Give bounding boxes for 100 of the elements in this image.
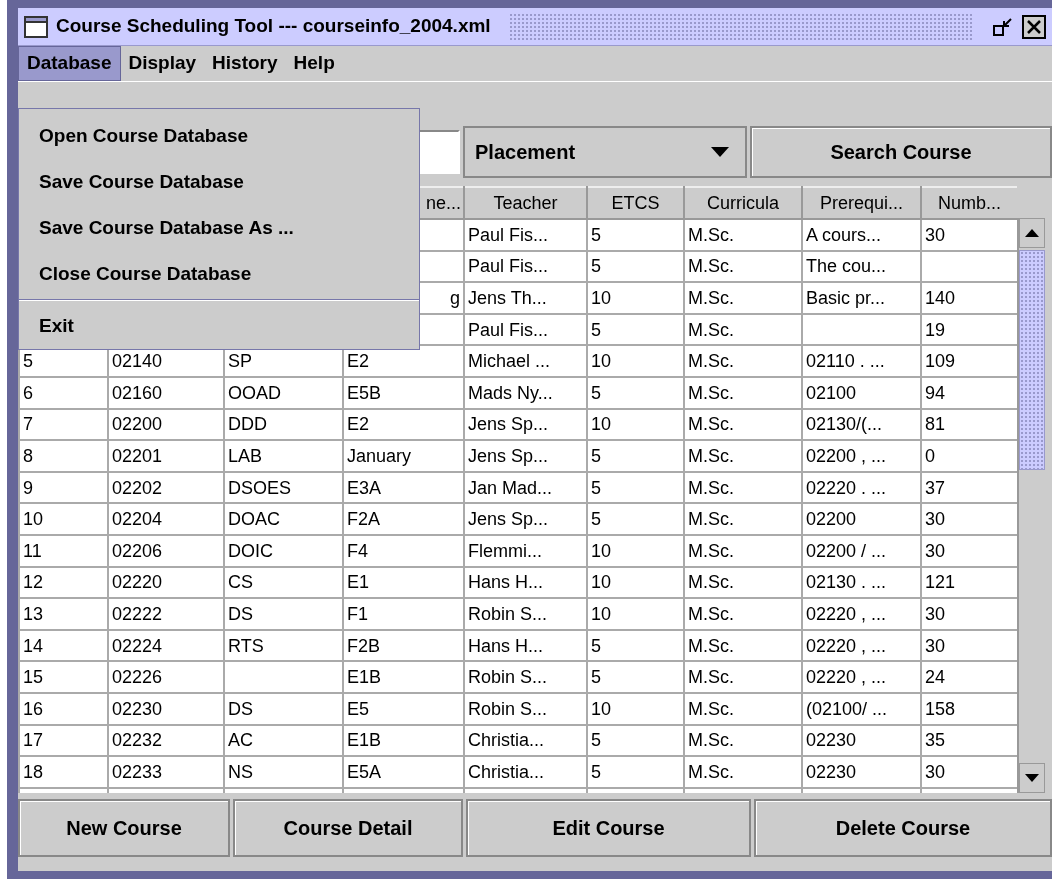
column-header[interactable]: Teacher <box>464 187 587 219</box>
column-header[interactable]: ETCS <box>587 187 684 219</box>
table-cell: M.Sc. <box>684 313 802 346</box>
table-cell: 30 <box>921 219 1018 251</box>
table-cell: 0 <box>921 440 1018 472</box>
scroll-down-icon[interactable] <box>1025 774 1039 782</box>
menu-item[interactable]: Help <box>285 46 343 81</box>
table-cell: Jens Sp... <box>464 503 587 535</box>
table-cell: 02200 / ... <box>802 534 921 567</box>
table-cell: AC <box>224 724 343 757</box>
table-cell: 02220 <box>108 566 224 599</box>
table-cell: 02226 <box>108 661 224 693</box>
table-cell: M.Sc. <box>684 661 802 693</box>
column-header[interactable]: Numb... <box>921 187 1018 219</box>
table-cell: Robin S... <box>464 692 587 725</box>
table-cell: Mads Ny... <box>464 376 587 409</box>
table-cell: 5 <box>587 376 684 409</box>
search-button[interactable]: Search Course <box>750 126 1052 178</box>
menu-item[interactable]: Display <box>120 46 205 81</box>
table-cell: E2 <box>343 408 464 441</box>
restore-icon[interactable] <box>992 15 1014 38</box>
action-button[interactable]: Edit Course <box>466 799 751 857</box>
table-cell: 10 <box>587 534 684 567</box>
filter-dropdown[interactable]: Placement <box>463 126 747 178</box>
column-header[interactable]: Prerequi... <box>802 187 921 219</box>
table-cell: M.Sc. <box>684 629 802 662</box>
table-cell: 12 <box>19 566 108 599</box>
table-cell: 02200 , ... <box>802 440 921 472</box>
table-cell: Flemmi... <box>464 534 587 567</box>
table-cell: 02233 <box>108 756 224 788</box>
table-cell: 15 <box>19 661 108 693</box>
table-cell: 02204 <box>108 503 224 535</box>
table-cell: F1 <box>343 598 464 630</box>
table-cell: 24 <box>921 661 1018 693</box>
table-cell: DSOES <box>224 471 343 504</box>
table-cell: 9 <box>19 471 108 504</box>
menu-item[interactable]: Save Course Database <box>19 159 419 205</box>
table-cell: M.Sc. <box>684 376 802 409</box>
table-cell: E5A <box>343 756 464 788</box>
table-cell: 30 <box>921 503 1018 535</box>
table-cell: 02230 <box>802 756 921 788</box>
table-cell: F4 <box>343 534 464 567</box>
table-cell: 158 <box>921 692 1018 725</box>
scroll-thumb[interactable] <box>1019 250 1045 470</box>
close-icon[interactable] <box>1022 14 1046 39</box>
action-button[interactable]: New Course <box>18 799 230 857</box>
table-cell: M.Sc. <box>684 440 802 472</box>
table-cell: 02220 , ... <box>802 629 921 662</box>
window-icon <box>24 15 48 38</box>
table-cell: 5 <box>587 313 684 346</box>
table-cell: Jens Sp... <box>464 408 587 441</box>
table-cell: Basic pr... <box>802 282 921 314</box>
table-cell: M.Sc. <box>684 503 802 535</box>
table-cell: 02110 . ... <box>802 345 921 377</box>
table-cell: 19 <box>921 313 1018 346</box>
table-cell: 14 <box>19 629 108 662</box>
table-cell: M.Sc. <box>684 724 802 757</box>
window-title: Course Scheduling Tool --- courseinfo_2004.xml <box>56 14 491 39</box>
table-cell: DOAC <box>224 503 343 535</box>
table-cell: E1B <box>343 724 464 757</box>
table-cell: 02220 , ... <box>802 661 921 693</box>
table-cell: 37 <box>921 471 1018 504</box>
action-button[interactable]: Course Detail <box>233 799 463 857</box>
table-cell: 109 <box>921 345 1018 377</box>
table-cell: 13 <box>19 598 108 630</box>
table-cell: 6 <box>19 376 108 409</box>
table-cell: 10 <box>587 408 684 441</box>
table-cell: Robin S... <box>464 661 587 693</box>
table-cell: 10 <box>19 503 108 535</box>
table-cell: M.Sc. <box>684 250 802 283</box>
table-cell: M.Sc. <box>684 345 802 377</box>
scroll-up-icon[interactable] <box>1025 229 1039 237</box>
table-cell: Christia... <box>464 756 587 788</box>
table-cell: E5B <box>343 376 464 409</box>
table-cell: 30 <box>921 598 1018 630</box>
table-cell: 5 <box>587 219 684 251</box>
menu-item[interactable]: History <box>204 46 286 81</box>
table-cell: Robin S... <box>464 598 587 630</box>
table-cell: 02100 <box>802 376 921 409</box>
table-cell: 5 <box>587 250 684 283</box>
table-cell: CS <box>224 566 343 599</box>
menu-item[interactable]: Database <box>18 46 121 81</box>
action-button[interactable]: Delete Course <box>754 799 1052 857</box>
table-cell: 7 <box>19 408 108 441</box>
table-cell: M.Sc. <box>684 408 802 441</box>
table-cell: 5 <box>587 756 684 788</box>
table-cell: 5 <box>587 661 684 693</box>
table-cell: 02230 <box>108 692 224 725</box>
table-cell: 02130 . ... <box>802 566 921 599</box>
table-cell: 94 <box>921 376 1018 409</box>
menu-item[interactable]: Save Course Database As ... <box>19 205 419 251</box>
table-cell: DS <box>224 692 343 725</box>
table-cell: DDD <box>224 408 343 441</box>
table-cell: 8 <box>19 440 108 472</box>
table-cell: 17 <box>19 724 108 757</box>
menu-item[interactable]: Open Course Database <box>19 113 419 159</box>
table-cell: M.Sc. <box>684 471 802 504</box>
column-header[interactable]: Curricula <box>684 187 802 219</box>
table-cell: RTS <box>224 629 343 662</box>
table-cell: 5 <box>587 503 684 535</box>
